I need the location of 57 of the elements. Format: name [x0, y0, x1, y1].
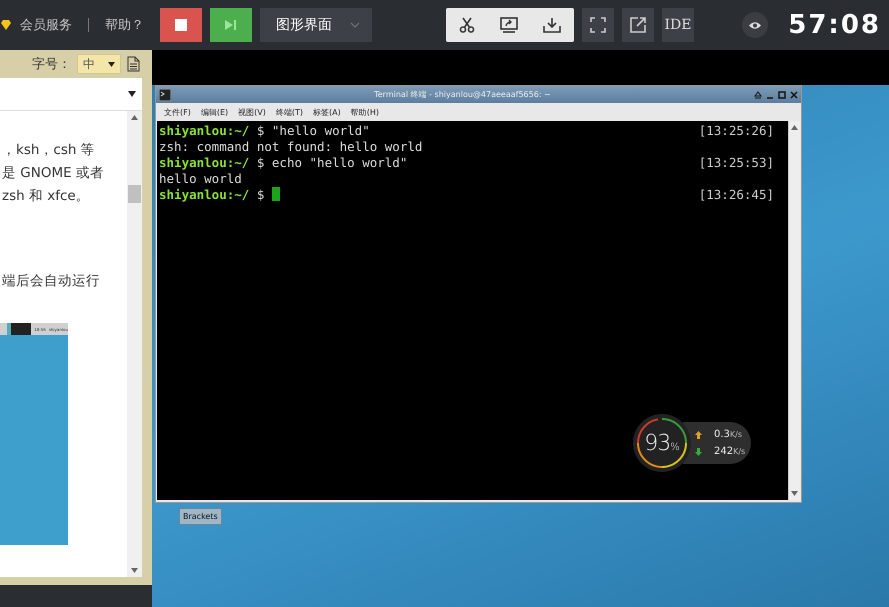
menu-item[interactable]: 视图(V)	[238, 106, 266, 118]
paragraph-text: zsh 和 xfce。	[2, 187, 91, 206]
menu-item[interactable]: 标签(A)	[313, 106, 341, 118]
skip-icon	[225, 20, 237, 30]
scrollbar[interactable]	[127, 111, 142, 577]
terminal-line: shiyanlou:~/ $ [13:26:45]	[159, 187, 775, 203]
screen-share-icon[interactable]	[500, 17, 518, 33]
header-link[interactable]: 会员服务	[20, 16, 72, 34]
eye-icon[interactable]	[742, 12, 768, 38]
scroll-down-icon[interactable]	[131, 568, 138, 573]
caret-icon	[108, 62, 115, 66]
font-size-label: 字号：	[32, 56, 71, 73]
stop-icon	[175, 19, 187, 31]
taskbar-item[interactable]: Brackets	[179, 508, 222, 525]
scroll-thumb[interactable]	[128, 185, 141, 203]
mode-dropdown[interactable]: 图形界面	[260, 8, 372, 42]
cursor	[272, 187, 280, 201]
font-size-dropdown[interactable]: 中	[77, 54, 121, 74]
cpu-percent: 93%	[644, 430, 680, 456]
timer: 57:08	[788, 10, 881, 40]
document-icon[interactable]	[127, 56, 140, 72]
window-title: Terminal 终端 - shiyanlou@47aeeaaf5656: ~	[373, 89, 552, 100]
menu-item[interactable]: 编辑(E)	[200, 106, 228, 118]
terminal-line: shiyanlou:~/ $ "hello world" [13:25:26]	[159, 123, 775, 139]
scissors-icon[interactable]	[458, 17, 475, 33]
paragraph-text: ，ksh，csh 等	[2, 141, 96, 160]
terminal-icon	[159, 88, 171, 100]
external-window-button[interactable]	[622, 8, 654, 42]
scrollbar[interactable]	[788, 121, 800, 500]
header-link[interactable]: 帮助？	[105, 16, 144, 34]
terminal-line: zsh: command not found: hello world	[159, 139, 424, 155]
download-arrow-icon	[695, 448, 702, 456]
download-speed: 242K/s	[714, 446, 746, 457]
ide-button[interactable]: IDE	[662, 8, 694, 42]
maximize-icon[interactable]	[778, 90, 786, 98]
scroll-up-icon[interactable]	[791, 125, 798, 130]
diamond-icon	[0, 19, 12, 31]
scroll-up-icon[interactable]	[131, 115, 138, 120]
scroll-down-icon[interactable]	[791, 491, 798, 496]
eject-icon[interactable]	[754, 90, 762, 98]
chevron-icon	[350, 22, 360, 28]
caret-icon	[128, 91, 136, 97]
terminal-line: shiyanlou:~/ $ echo "hello world" [13:25:53]	[159, 155, 775, 171]
stop-button[interactable]	[160, 8, 202, 42]
menu-item[interactable]: 文件(F)	[164, 106, 191, 118]
fullscreen-icon	[590, 17, 606, 33]
fullscreen-button[interactable]	[582, 8, 614, 42]
menu-item[interactable]: 终端(T)	[276, 106, 303, 118]
terminal-line: hello world	[159, 171, 243, 187]
paragraph-text: 是 GNOME 或者	[2, 164, 105, 183]
close-icon[interactable]	[790, 90, 798, 98]
external-link-icon	[630, 17, 646, 33]
download-icon[interactable]	[543, 17, 562, 33]
paragraph-text: 端后会自动运行	[2, 272, 101, 291]
upload-speed: 0.3K/s	[714, 429, 742, 440]
upload-arrow-icon	[695, 430, 702, 438]
menu-item[interactable]: 帮助(H)	[350, 106, 379, 118]
